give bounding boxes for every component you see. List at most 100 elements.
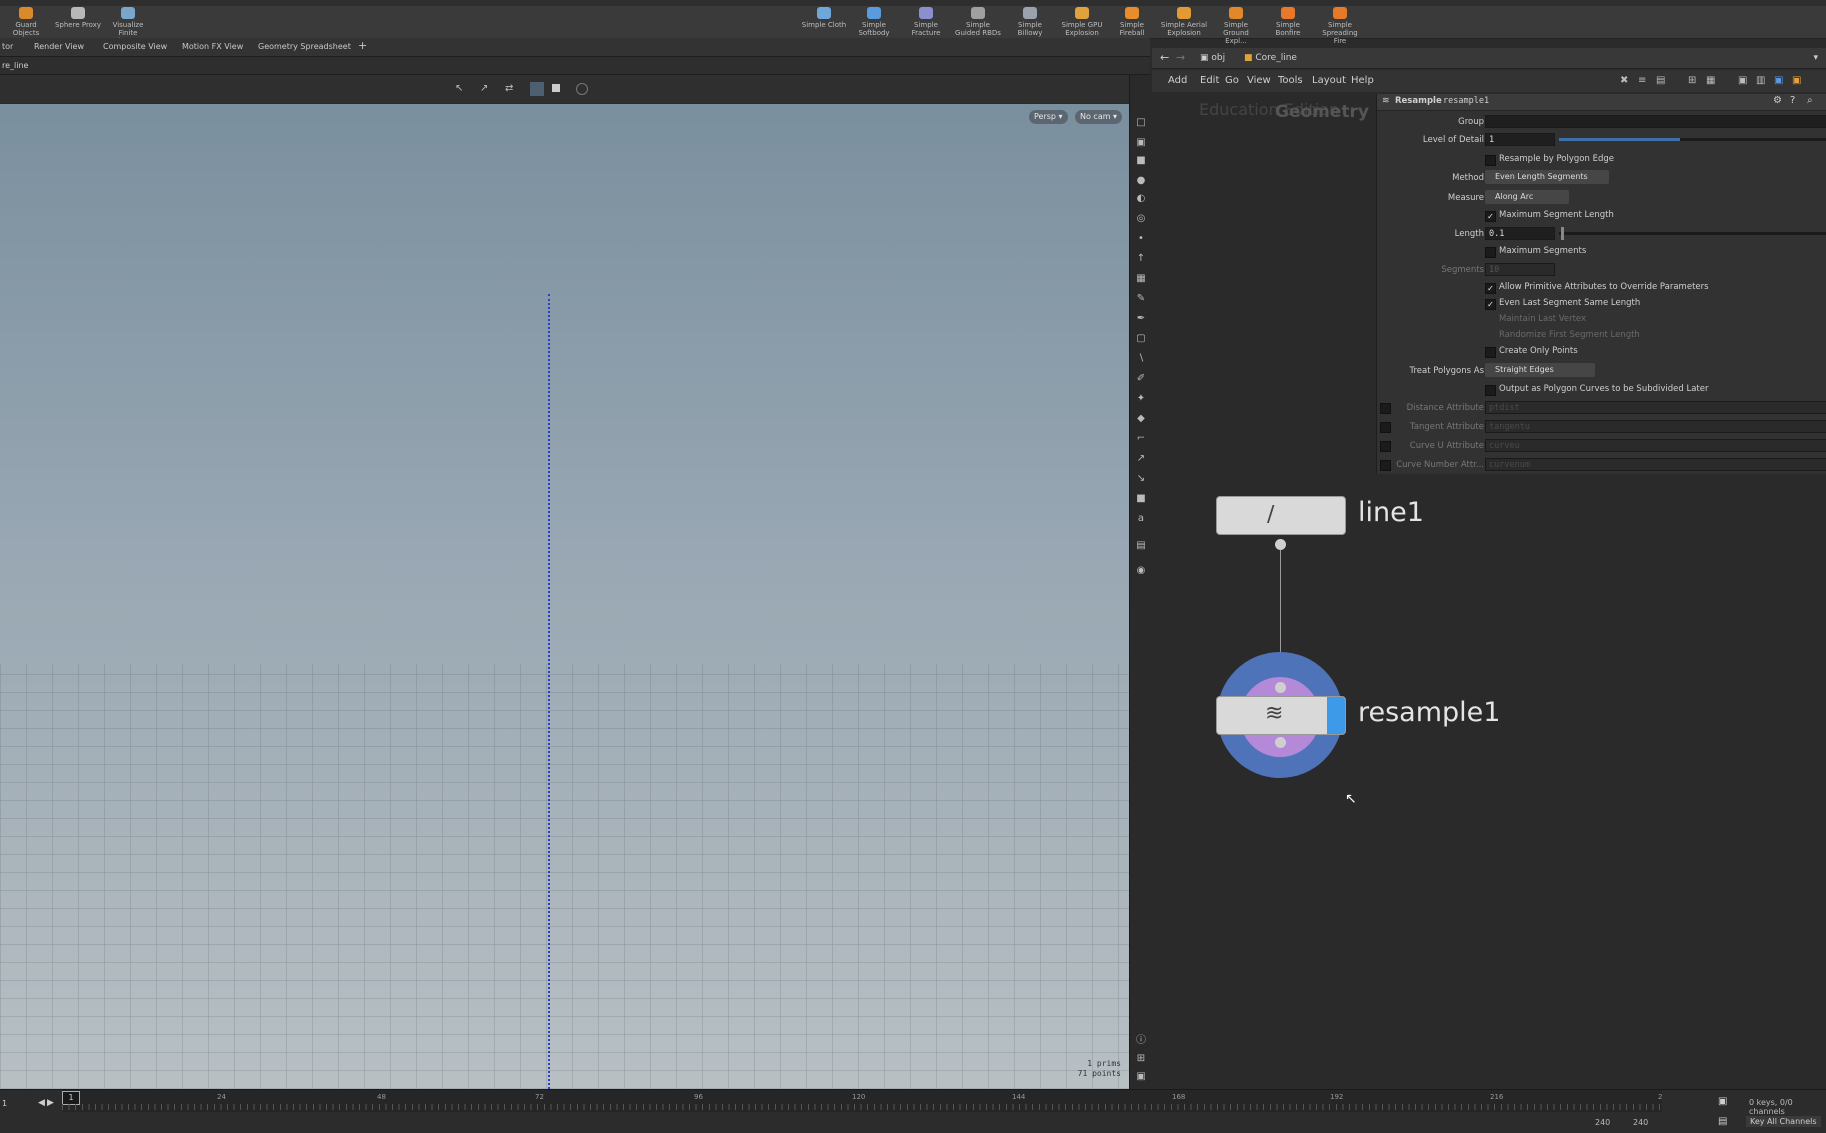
menu-edit[interactable]: Edit xyxy=(1200,70,1219,92)
tab-motion-fx-view[interactable]: Motion FX View xyxy=(182,40,243,54)
view-tool-icon[interactable] xyxy=(530,82,544,96)
menu-tools[interactable]: Tools xyxy=(1278,70,1303,92)
tab-scene-view[interactable]: tor xyxy=(2,40,13,54)
line1-output-connector[interactable] xyxy=(1275,539,1286,550)
back-icon[interactable]: ← xyxy=(1160,48,1169,68)
method-dropdown[interactable]: Even Length Segments xyxy=(1485,170,1609,184)
persp-button[interactable]: Persp ▾ xyxy=(1029,110,1068,124)
resample1-input-connector[interactable] xyxy=(1275,682,1286,693)
point-display-icon[interactable]: • xyxy=(1135,233,1147,245)
curveu-attr-field[interactable]: curveu xyxy=(1485,439,1826,452)
box-icon[interactable]: ■ xyxy=(1135,493,1147,505)
lod-field[interactable]: 1 xyxy=(1485,133,1555,146)
gear-icon[interactable]: ⚙ xyxy=(1773,95,1782,106)
display-flags-icon[interactable]: ▣ xyxy=(1738,75,1750,87)
timeline-scrubber[interactable]: 1 24 48 72 96 120 144 168 192 216 2 xyxy=(62,1090,1662,1112)
handle-icon[interactable]: ✦ xyxy=(1135,393,1147,405)
help-icon[interactable]: ? xyxy=(1790,95,1795,106)
light-icon[interactable]: ● xyxy=(1135,175,1147,187)
normals-icon[interactable]: ↑ xyxy=(1135,253,1147,265)
resample-by-edge-checkbox[interactable] xyxy=(1485,155,1496,166)
max-seg-length-checkbox[interactable]: ✓ xyxy=(1485,211,1496,222)
view-layout-icon[interactable]: ▤ xyxy=(1135,540,1147,552)
rotate-tool-icon[interactable]: ⇄ xyxy=(505,83,517,95)
shelf-tool-simple-softbody[interactable]: Simple Softbody xyxy=(850,6,898,37)
path-obj[interactable]: ▣ obj xyxy=(1200,48,1225,68)
snap-icon[interactable] xyxy=(576,83,588,95)
quick-marks-icon[interactable]: ▣ xyxy=(1792,75,1804,87)
shelf-tool-simple-fracture[interactable]: Simple Fracture xyxy=(902,6,950,37)
path-dropdown-icon[interactable]: ▾ xyxy=(1813,48,1818,68)
snapshot-icon[interactable]: ▣ xyxy=(1135,1071,1147,1083)
forward-icon[interactable]: → xyxy=(1176,48,1185,68)
shelf-tool-fireball[interactable]: Simple Fireball xyxy=(1108,6,1156,37)
node-line1-label[interactable]: line1 xyxy=(1358,497,1424,528)
display-options-icon[interactable]: □ xyxy=(1135,117,1147,129)
play-back-icon[interactable]: ◀ xyxy=(38,1098,45,1108)
background-image-icon[interactable]: ▣ xyxy=(1774,75,1786,87)
current-frame-marker[interactable]: 1 xyxy=(62,1091,80,1105)
shelf-tool-guided-rbds[interactable]: Simple Guided RBDs xyxy=(954,6,1002,37)
paint-icon[interactable]: ◆ xyxy=(1135,413,1147,425)
menu-go[interactable]: Go xyxy=(1225,70,1239,92)
tools-icon[interactable]: ✖ xyxy=(1620,75,1632,87)
edit-icon[interactable]: ✐ xyxy=(1135,373,1147,385)
start-frame[interactable]: 1 xyxy=(2,1099,7,1108)
notes-icon[interactable]: ▥ xyxy=(1756,75,1768,87)
shelf-tool-visualize-fem[interactable]: Visualize Finite Eleme... xyxy=(104,6,152,45)
resample1-output-connector[interactable] xyxy=(1275,737,1286,748)
info-icon[interactable]: ⓘ xyxy=(1135,1035,1147,1047)
node-resample1[interactable]: ≋ xyxy=(1216,696,1346,735)
max-segments-checkbox[interactable] xyxy=(1485,247,1496,258)
transform-icon[interactable]: ↗ xyxy=(1135,453,1147,465)
menu-layout[interactable]: Layout xyxy=(1312,70,1346,92)
create-only-points-checkbox[interactable] xyxy=(1485,347,1496,358)
keyframe-icon[interactable]: ▣ xyxy=(1718,1096,1727,1107)
viewport-path-bar[interactable]: re_line xyxy=(0,57,1150,75)
distance-attr-checkbox[interactable] xyxy=(1380,403,1391,414)
shelf-tool-billowy-smoke[interactable]: Simple Billowy Smo... xyxy=(1006,6,1054,45)
channel-icon[interactable]: ▤ xyxy=(1718,1116,1727,1127)
table-view-icon[interactable]: ▦ xyxy=(1706,75,1718,87)
tree-icon[interactable]: ≡ xyxy=(1638,75,1650,87)
end-frame-b[interactable]: 240 xyxy=(1633,1118,1648,1127)
shelf-tool-guard-objects[interactable]: Guard Objects xyxy=(2,6,50,37)
camera-button[interactable]: No cam ▾ xyxy=(1075,110,1123,124)
shelf-tool-simple-cloth[interactable]: Simple Cloth xyxy=(800,6,848,36)
curvenum-attr-checkbox[interactable] xyxy=(1380,460,1391,471)
node-name-field[interactable]: resample1 xyxy=(1443,96,1489,106)
snapping-icon[interactable]: ▢ xyxy=(1135,333,1147,345)
node-connection-wire[interactable] xyxy=(1280,550,1281,668)
display-flag[interactable] xyxy=(1327,697,1345,734)
curveu-attr-checkbox[interactable] xyxy=(1380,441,1391,452)
pen-icon[interactable]: ✎ xyxy=(1135,293,1147,305)
brush-icon[interactable]: ✒ xyxy=(1135,313,1147,325)
menu-add[interactable]: Add xyxy=(1168,70,1187,92)
menu-view[interactable]: View xyxy=(1247,70,1271,92)
menu-help[interactable]: Help xyxy=(1351,70,1374,92)
add-tab-icon[interactable]: + xyxy=(358,40,367,54)
measure-icon[interactable]: ∖ xyxy=(1135,353,1147,365)
length-slider-handle[interactable] xyxy=(1561,227,1564,240)
distance-attr-field[interactable]: ptdist xyxy=(1485,401,1826,414)
tab-render-view[interactable]: Render View xyxy=(34,40,84,54)
grid-view-icon[interactable]: ⊞ xyxy=(1688,75,1700,87)
key-all-channels-button[interactable]: Key All Channels xyxy=(1746,1116,1821,1127)
node-resample1-label[interactable]: resample1 xyxy=(1358,697,1500,728)
even-last-checkbox[interactable]: ✓ xyxy=(1485,299,1496,310)
length-field[interactable]: 0.1 xyxy=(1485,227,1555,240)
path-core-line[interactable]: ■ Core_line xyxy=(1244,48,1297,68)
line-geometry[interactable] xyxy=(548,294,550,1089)
node-line1[interactable]: ∕ xyxy=(1216,496,1346,535)
shelf-tool-gpu-explosion[interactable]: Simple GPU Explosion xyxy=(1058,6,1106,37)
grid-layout-icon[interactable]: ⊞ xyxy=(1135,1053,1147,1065)
list-icon[interactable]: ▤ xyxy=(1656,75,1668,87)
output-subdivided-checkbox[interactable] xyxy=(1485,385,1496,396)
lod-slider[interactable] xyxy=(1559,138,1826,141)
search-icon[interactable]: ⌕ xyxy=(1807,95,1813,106)
flipbook-icon[interactable]: ◉ xyxy=(1135,565,1147,577)
shelf-tool-bonfire[interactable]: Simple Bonfire xyxy=(1264,6,1312,37)
length-slider[interactable] xyxy=(1559,227,1826,240)
shelf-tool-spreading-fire[interactable]: Simple Spreading Fire xyxy=(1316,6,1364,45)
move-tool-icon[interactable]: ↗ xyxy=(480,83,492,95)
